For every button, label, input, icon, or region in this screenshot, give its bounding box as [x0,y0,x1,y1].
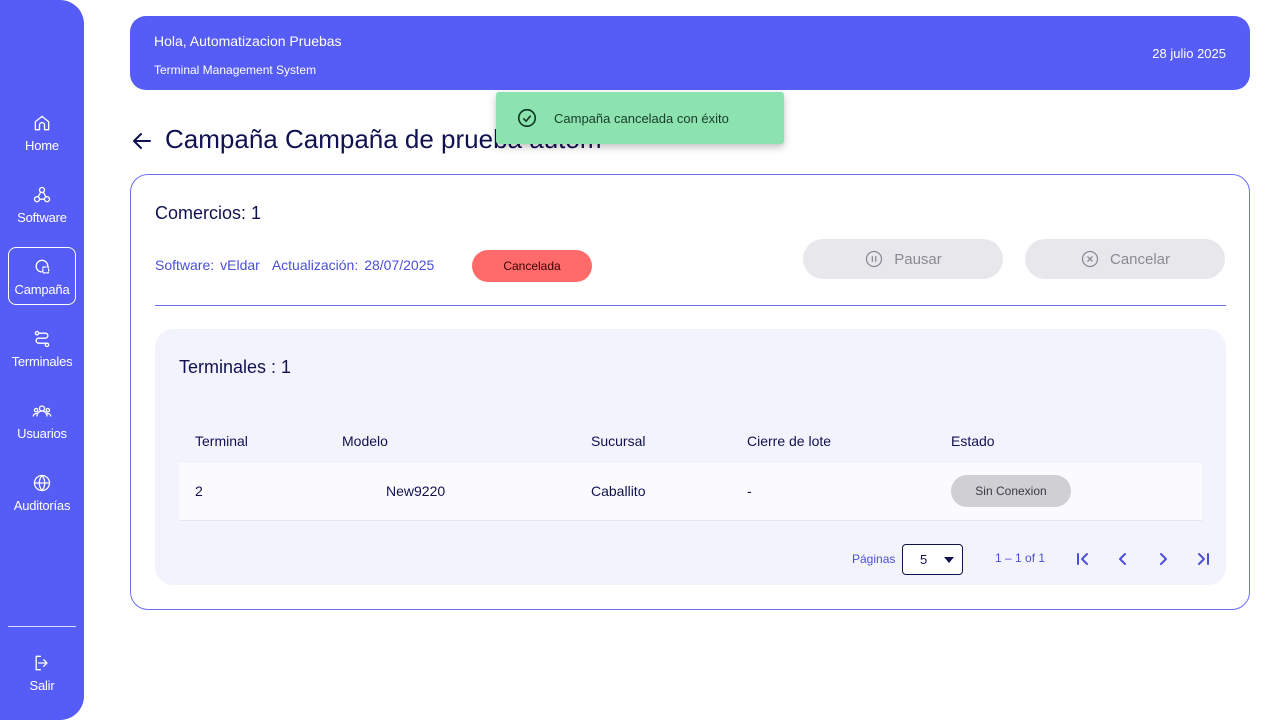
greeting-text: Hola, Automatizacion Pruebas [154,33,342,49]
users-icon [31,400,53,422]
sidebar-item-label: Software [17,209,67,225]
check-circle-icon [517,108,537,128]
sidebar-item-campana[interactable]: Campaña [8,247,76,305]
back-button[interactable] [132,130,152,152]
page-size-value: 5 [920,552,928,567]
sidebar-item-software[interactable]: Software [8,175,76,233]
column-header-modelo: Modelo [342,433,388,449]
toast-message: Campaña cancelada con éxito [554,110,729,126]
next-page-button[interactable] [1153,548,1173,570]
top-header: Hola, Automatizacion Pruebas Terminal Ma… [130,16,1250,90]
terminals-title: Terminales : 1 [179,357,292,377]
sidebar: Home Software Campaña Terminales Usuario… [0,0,84,720]
header-date: 28 julio 2025 [1152,46,1226,61]
prev-page-button[interactable] [1113,548,1133,570]
page-size-select[interactable]: 5 [902,544,963,575]
pause-label: Pausar [894,250,942,268]
caret-down-icon [944,557,954,563]
campaign-icon [31,256,53,278]
update-value: 28/07/2025 [364,257,435,273]
pause-button[interactable]: Pausar [803,239,1003,279]
pagination-range: 1 – 1 of 1 [995,551,1046,565]
pagination-label: Páginas [852,552,896,566]
comercios-count: Comercios: 1 [155,203,262,223]
first-page-button[interactable] [1073,548,1093,570]
sidebar-item-home[interactable]: Home [8,103,76,161]
cell-sucursal: Caballito [591,483,646,499]
terminals-panel: Terminales : 1 Terminal Modelo Sucursal … [155,329,1226,585]
cancel-button[interactable]: Cancelar [1025,239,1225,279]
column-header-cierre: Cierre de lote [747,433,832,449]
status-badge: Cancelada [472,250,592,282]
x-circle-icon [1081,250,1099,268]
sidebar-item-label: Auditorías [13,497,71,513]
software-value: vEldar [220,257,260,273]
globe-icon [31,472,53,494]
column-header-estado: Estado [951,433,995,449]
campaign-meta: Software: vEldar Actualización: 28/07/20… [155,257,440,273]
sidebar-item-terminales[interactable]: Terminales [8,319,76,377]
last-page-button[interactable] [1193,548,1213,570]
software-label: Software: [155,257,215,273]
sidebar-item-label: Usuarios [17,425,67,441]
logout-label: Salir [29,677,55,693]
section-divider [155,305,1226,306]
sidebar-divider [8,626,76,627]
cell-terminal: 2 [195,483,203,499]
success-toast: Campaña cancelada con éxito [496,92,784,144]
sidebar-item-label: Home [25,137,59,153]
column-header-sucursal: Sucursal [591,433,646,449]
app-subtitle: Terminal Management System [154,63,317,77]
sidebar-item-label: Campaña [14,281,70,297]
sidebar-item-label: Terminales [11,353,73,369]
pause-circle-icon [866,250,883,268]
cancel-label: Cancelar [1109,250,1171,268]
first-page-icon [1077,553,1088,565]
sidebar-item-auditorias[interactable]: Auditorías [8,463,76,521]
route-icon [31,328,53,350]
table-row[interactable]: 2 New9220 Caballito - Sin Conexion [179,463,1202,521]
cell-cierre: - [747,483,752,499]
sidebar-item-usuarios[interactable]: Usuarios [8,391,76,449]
column-header-terminal: Terminal [195,433,248,449]
chevron-right-icon [1160,553,1167,565]
last-page-icon [1198,553,1209,565]
arrow-left-icon [133,133,151,149]
update-label: Actualización: [271,257,359,273]
logout-icon [31,652,53,674]
chevron-left-icon [1119,553,1126,565]
home-icon [31,112,53,134]
estado-chip: Sin Conexion [951,475,1071,507]
cell-modelo: New9220 [386,483,446,499]
campaign-card: Comercios: 1 Software: vEldar Actualizac… [130,174,1250,610]
logout-button[interactable]: Salir [8,643,76,701]
webhook-icon [31,184,53,206]
